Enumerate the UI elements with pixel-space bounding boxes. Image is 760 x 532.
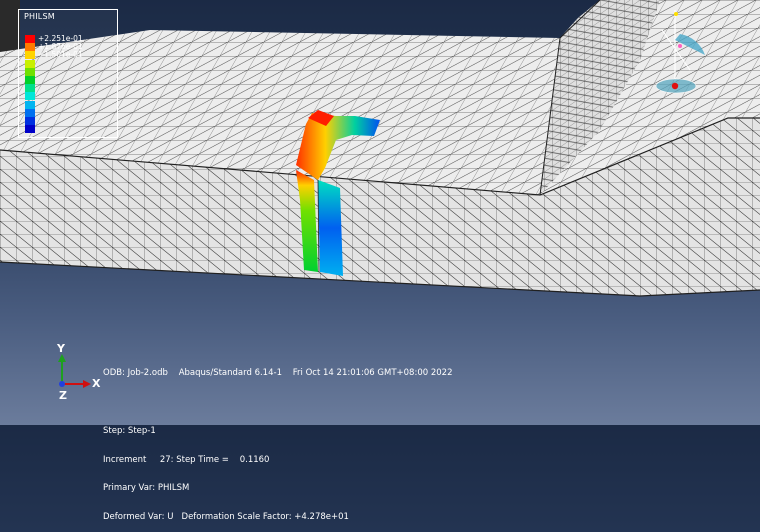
mesh-edge-dark [0, 0, 20, 52]
legend-row [25, 59, 115, 68]
triad-top-marker [674, 12, 678, 16]
legend-row [25, 92, 115, 101]
legend-swatch [25, 67, 35, 76]
triad-y-label: Y [57, 342, 65, 355]
triad-z-label: Z [59, 389, 67, 402]
legend-row [25, 108, 115, 117]
legend-row: +1.501e-01 [25, 50, 115, 60]
deformed-var-line: Deformed Var: U Deformation Scale Factor… [103, 512, 349, 523]
legend-swatch [25, 117, 35, 125]
legend-value: +1.501e-01 [38, 50, 83, 60]
triad-x-label: X [92, 377, 101, 390]
legend-swatch [25, 125, 35, 134]
triad-axes-icon [58, 354, 91, 388]
legend-swatch [25, 76, 35, 84]
legend-swatch [25, 92, 35, 101]
step-line: Step: Step-1 [103, 425, 156, 436]
triad-red-marker [671, 82, 679, 90]
primary-var-line: Primary Var: PHILSM [103, 483, 190, 494]
legend-swatch [25, 43, 35, 52]
legend-row [25, 67, 115, 76]
legend-swatch [25, 108, 35, 117]
legend-row [25, 125, 115, 134]
legend-swatch [25, 51, 35, 60]
legend-swatch [25, 84, 35, 93]
legend-swatch [25, 35, 35, 43]
odb-info-line: ODB: Job-2.odb Abaqus/Standard 6.14-1 Fr… [103, 368, 453, 379]
legend-swatch [25, 59, 35, 68]
legend-row [25, 84, 115, 93]
legend-row [25, 117, 115, 125]
legend-title: PHILSM [24, 12, 55, 21]
contour-legend[interactable]: PHILSM +2.251e-01 +1.876e-01 +1.501e-01 [18, 9, 118, 138]
legend-row [25, 100, 115, 109]
coordinate-triad: Y X Z [40, 340, 110, 405]
triad-pink-marker [678, 44, 682, 48]
job-info-block: ODB: Job-2.odb Abaqus/Standard 6.14-1 Fr… [103, 350, 452, 532]
crack-front-right [318, 180, 343, 276]
increment-line: Increment 27: Step Time = 0.1160 [103, 454, 270, 465]
legend-row [25, 76, 115, 84]
legend-swatch [25, 100, 35, 109]
